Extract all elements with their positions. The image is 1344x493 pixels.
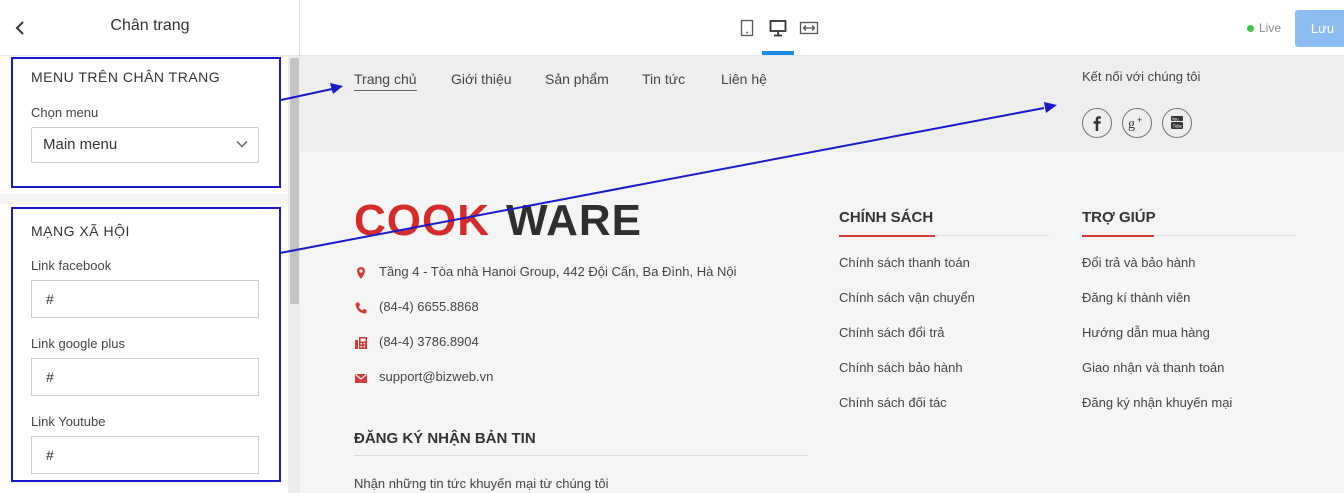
settings-sidebar: MENU TRÊN CHÂN TRANG Chọn menu Main menu… <box>0 56 300 493</box>
panel-title: Chân trang <box>110 17 190 34</box>
google-plus-link-label: Link google plus <box>31 336 125 351</box>
svg-text:Tube: Tube <box>1173 123 1183 128</box>
social-section-title: MẠNG XÃ HỘI <box>31 223 130 239</box>
connect-title: Kết nối với chúng tôi <box>1082 69 1201 84</box>
help-heading-line <box>1082 235 1296 237</box>
facebook-social-button[interactable] <box>1082 108 1112 138</box>
svg-text:+: + <box>1137 115 1142 125</box>
youtube-social-button[interactable]: You Tube <box>1162 108 1192 138</box>
newsletter-heading: ĐĂNG KÝ NHẬN BẢN TIN <box>354 430 536 447</box>
logo-part-2: WARE <box>506 196 642 242</box>
desktop-view-button[interactable] <box>767 16 789 40</box>
fullwidth-view-button[interactable] <box>798 16 820 40</box>
menu-select[interactable]: Main menu <box>31 127 259 163</box>
help-link-exchange[interactable]: Đổi trả và bảo hành <box>1082 255 1195 270</box>
social-section: MẠNG XÃ HỘI Link facebook Link google pl… <box>0 204 288 493</box>
email-text[interactable]: support@bizweb.vn <box>379 369 493 384</box>
map-pin-icon <box>357 267 365 279</box>
facebook-link-input[interactable] <box>31 280 259 318</box>
tablet-view-button[interactable] <box>736 16 758 40</box>
policy-heading-line <box>839 235 1049 237</box>
nav-link-about[interactable]: Giới thiệu <box>451 71 512 87</box>
phone-row: (84-4) 6655.8868 <box>354 299 554 319</box>
active-device-indicator <box>762 51 794 55</box>
tablet-icon <box>740 19 754 37</box>
policy-heading-accent <box>839 235 935 237</box>
theme-editor: Chân trang Live Lưu MENU TRÊN CHÂN TRANG… <box>0 0 1344 493</box>
live-status-dot <box>1247 25 1254 32</box>
nav-link-contact[interactable]: Liên hệ <box>721 71 767 87</box>
fax-icon <box>355 337 367 349</box>
phone-text: (84-4) 6655.8868 <box>379 299 479 314</box>
policy-link-payment[interactable]: Chính sách thanh toán <box>839 255 970 270</box>
help-heading-accent <box>1082 235 1154 237</box>
help-heading: TRỢ GIÚP <box>1082 209 1156 226</box>
google-plus-icon: g + <box>1128 115 1142 132</box>
expand-width-icon <box>799 21 819 35</box>
nav-link-news[interactable]: Tin tức <box>642 71 685 87</box>
newsletter-heading-line <box>354 455 808 456</box>
google-plus-link-input[interactable] <box>31 358 259 396</box>
google-plus-social-button[interactable]: g + <box>1122 108 1152 138</box>
footer-menu-section: MENU TRÊN CHÂN TRANG Chọn menu Main menu <box>0 56 288 194</box>
policy-heading: CHÍNH SÁCH <box>839 209 934 226</box>
policy-link-partners[interactable]: Chính sách đối tác <box>839 395 947 410</box>
policy-link-warranty[interactable]: Chính sách bảo hành <box>839 360 963 375</box>
footer-nav-bar: Trang chủ Giới thiệu Sản phẩm Tin tức Li… <box>300 56 1344 152</box>
nav-link-products[interactable]: Sản phẩm <box>545 71 609 87</box>
save-button[interactable]: Lưu <box>1295 10 1344 47</box>
sidebar-scrollbar-thumb[interactable] <box>290 58 299 304</box>
email-row: support@bizweb.vn <box>354 369 554 389</box>
svg-text:g: g <box>1128 117 1135 132</box>
nav-link-home[interactable]: Trang chủ <box>354 71 417 91</box>
facebook-link-label: Link facebook <box>31 258 112 273</box>
footer-preview: Trang chủ Giới thiệu Sản phẩm Tin tức Li… <box>300 56 1344 493</box>
fax-text: (84-4) 3786.8904 <box>379 334 479 349</box>
fax-row: (84-4) 3786.8904 <box>354 334 554 354</box>
address-text: Tầng 4 - Tòa nhà Hanoi Group, 442 Đội Cấ… <box>379 264 737 279</box>
footer-menu-section-title: MENU TRÊN CHÂN TRANG <box>31 69 221 85</box>
help-link-promotions[interactable]: Đăng ký nhận khuyến mại <box>1082 395 1232 410</box>
logo-graphic: COOK WARE <box>354 196 642 245</box>
facebook-icon <box>1093 116 1101 131</box>
youtube-link-label: Link Youtube <box>31 414 106 429</box>
help-link-delivery[interactable]: Giao nhận và thanh toán <box>1082 360 1224 375</box>
envelope-icon <box>355 374 367 383</box>
help-link-buying-guide[interactable]: Hướng dẫn mua hàng <box>1082 325 1210 340</box>
live-status-label: Live <box>1259 21 1282 35</box>
phone-icon <box>355 302 367 314</box>
chevron-down-icon <box>236 140 248 148</box>
youtube-icon: You Tube <box>1171 116 1183 129</box>
top-bar: Chân trang Live Lưu <box>0 0 1344 56</box>
select-menu-label: Chọn menu <box>31 105 99 120</box>
newsletter-text: Nhận những tin tức khuyến mại từ chúng t… <box>354 476 609 491</box>
policy-link-returns[interactable]: Chính sách đổi trả <box>839 325 945 340</box>
youtube-link-input[interactable] <box>31 436 259 474</box>
menu-select-value: Main menu <box>43 136 118 153</box>
desktop-icon <box>769 20 787 37</box>
panel-divider <box>299 0 300 56</box>
cookware-logo: COOK WARE <box>354 196 654 245</box>
policy-link-shipping[interactable]: Chính sách vận chuyển <box>839 290 975 305</box>
svg-text:You: You <box>1172 116 1180 121</box>
logo-part-1: COOK <box>354 196 490 242</box>
address-row: Tầng 4 - Tòa nhà Hanoi Group, 442 Đội Cấ… <box>354 264 794 284</box>
help-link-register[interactable]: Đăng kí thành viên <box>1082 290 1190 305</box>
